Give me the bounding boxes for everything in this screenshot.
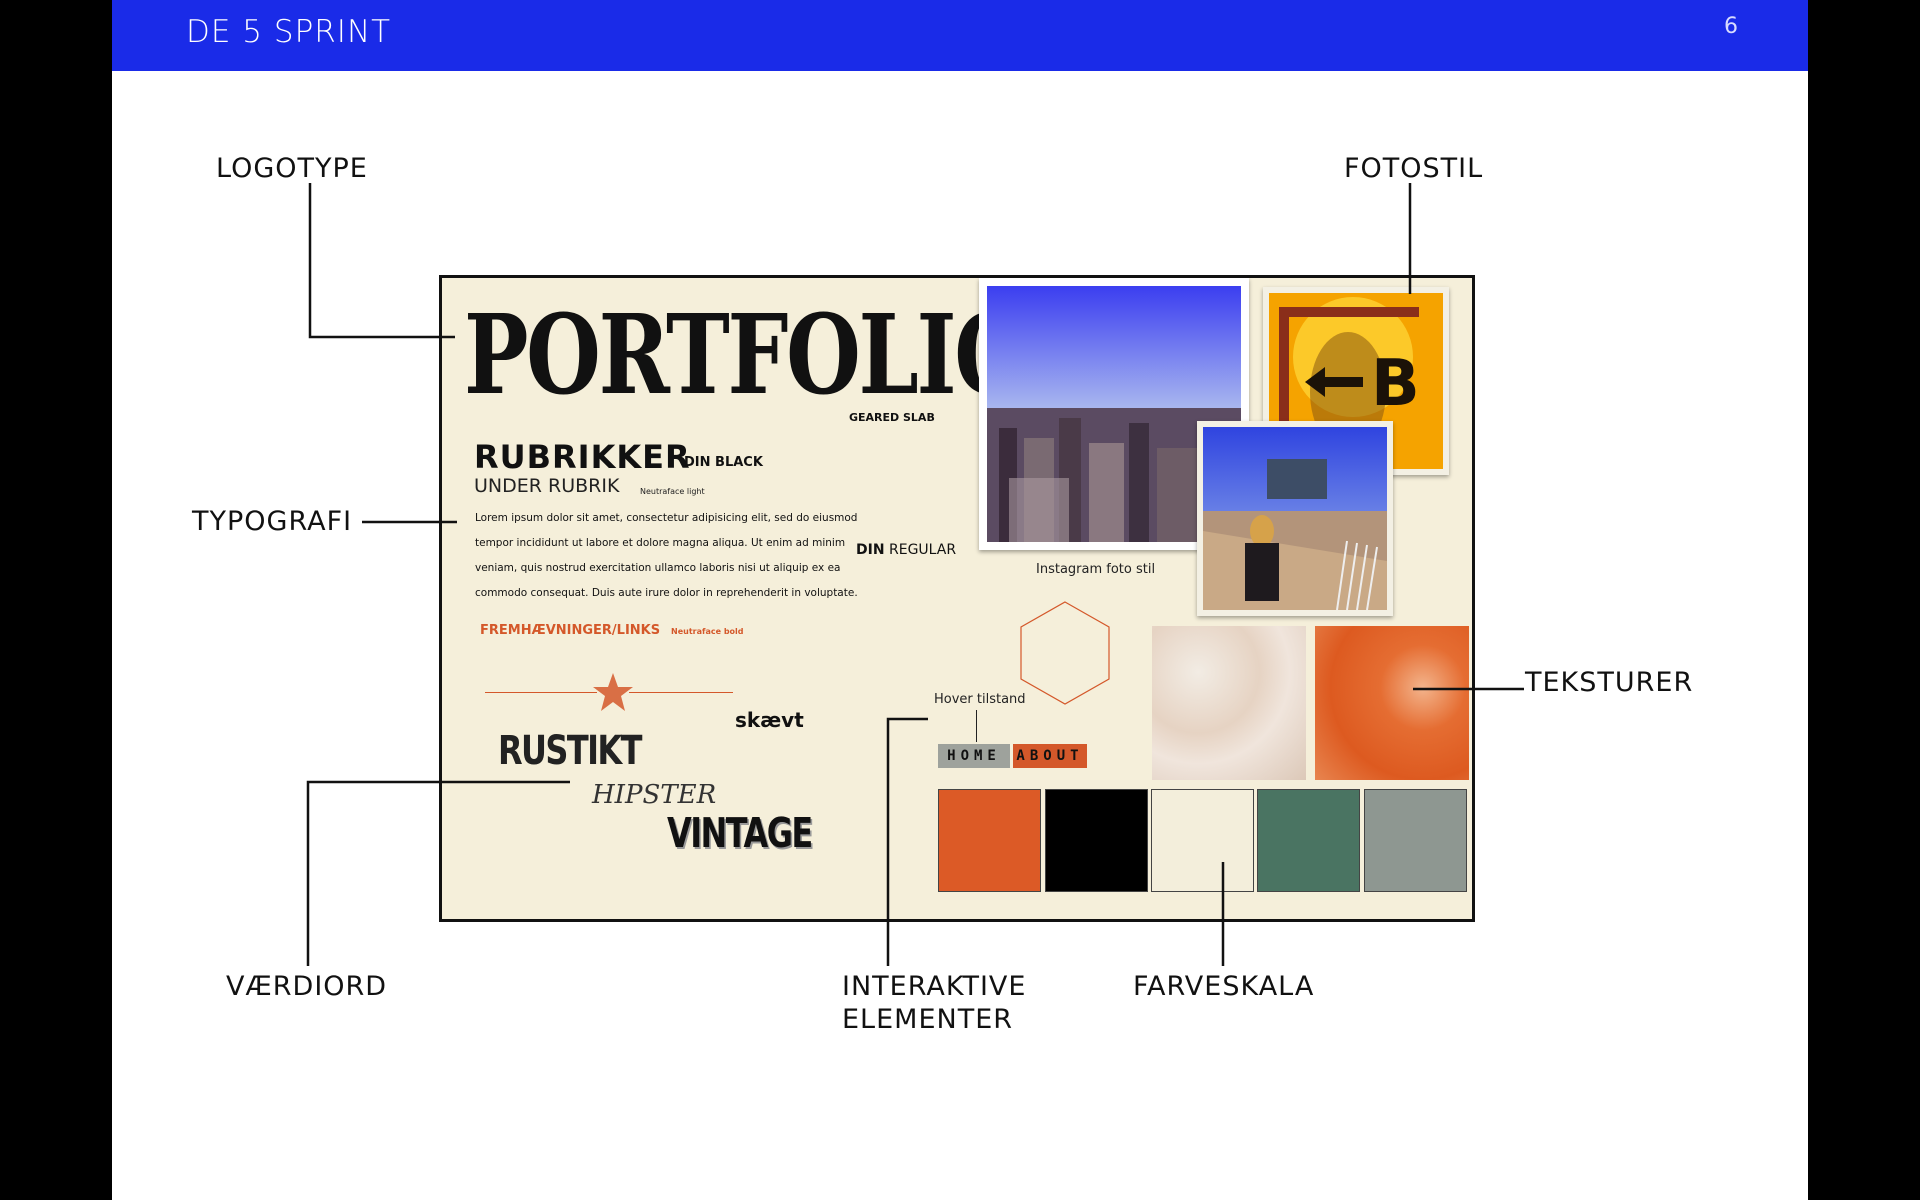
slide: DE 5 SPRINT 6 LOGOTYPE FOTOSTIL TYPOGRAF… bbox=[112, 0, 1808, 1200]
callout-lines bbox=[306, 183, 1524, 966]
